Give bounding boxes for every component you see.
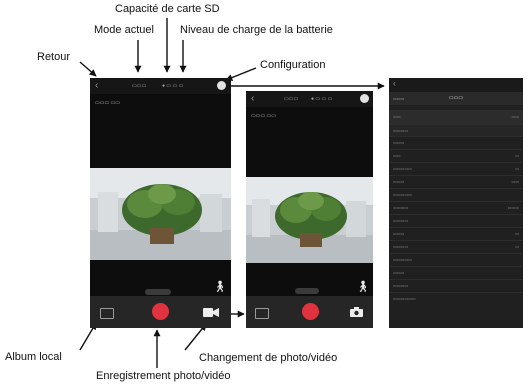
settings-row[interactable]: ▭▭▭▭ xyxy=(389,279,523,292)
device-name: ▭▭▭ ▭▭ xyxy=(95,100,121,106)
record-button-icon[interactable] xyxy=(302,303,319,320)
label-battery-level: Niveau de charge de la batterie xyxy=(180,24,333,36)
camera-icon[interactable] xyxy=(350,307,363,317)
current-mode-indicator: ▭▭▭ xyxy=(284,96,299,102)
top-bar: ‹ ▭▭▭ ● ▭ ▭ ▭ xyxy=(90,78,231,94)
arrow-back xyxy=(79,61,97,77)
settings-row[interactable]: ▭▭▭▭▭ xyxy=(389,175,523,188)
settings-row[interactable]: ▭▭▭ xyxy=(389,266,523,279)
current-mode-indicator: ▭▭▭ xyxy=(132,83,147,89)
back-icon[interactable]: ‹ xyxy=(393,79,396,88)
live-video-feed xyxy=(246,177,373,263)
settings-row[interactable]: ▭▭▭▭ xyxy=(389,214,523,227)
sd-battery-indicator: ● ▭ ▭ ▭ xyxy=(311,96,333,102)
phone-screen-photo-mode: ‹ ▭▭▭ ● ▭ ▭ ▭ ▭▭▭ ▭▭ 🚶︎ xyxy=(246,91,373,328)
label-photo-video-switch: Changement de photo/vidéo xyxy=(199,352,338,364)
label-local-album: Album local xyxy=(5,351,62,363)
recording-timer xyxy=(145,289,171,295)
phone-screen-video-mode: ‹ ▭▭▭ ● ▭ ▭ ▭ ▭▭▭ ▭▭ 🚶︎ xyxy=(90,78,231,328)
top-bar: ‹ ▭▭▭ ● ▭ ▭ ▭ xyxy=(246,91,373,107)
walking-person-icon: 🚶︎ xyxy=(213,281,227,293)
video-camera-icon[interactable] xyxy=(203,307,219,318)
label-current-mode: Mode actuel xyxy=(94,24,154,36)
album-icon[interactable] xyxy=(255,308,269,319)
settings-row[interactable]: ▭▭▭▭▭ xyxy=(389,253,523,266)
device-name: ▭▭▭ ▭▭ xyxy=(251,113,277,119)
back-icon[interactable]: ‹ xyxy=(251,93,254,105)
settings-section-header: ▭▭▭▭ xyxy=(389,124,523,136)
back-icon[interactable]: ‹ xyxy=(95,80,98,92)
settings-title: ▭▭▭ xyxy=(448,95,464,101)
settings-status-bar: ‹ xyxy=(389,78,523,92)
label-back: Retour xyxy=(37,51,71,63)
settings-row[interactable]: ▭▭▭▭▭▭ xyxy=(389,162,523,175)
settings-row[interactable]: ▭▭▭▭▭ xyxy=(389,240,523,253)
record-button-icon[interactable] xyxy=(152,303,169,320)
recording-timer xyxy=(295,288,319,294)
bottom-bar xyxy=(246,296,373,328)
settings-row[interactable]: ▭▭▭ xyxy=(389,136,523,149)
settings-row[interactable]: ▭▭▭▭▭▭ xyxy=(389,292,523,305)
settings-header: ▭▭▭ ▭▭▭ xyxy=(389,92,523,105)
settings-row[interactable]: ▭▭▭▭▭ xyxy=(389,188,523,201)
settings-row[interactable]: ▭▭▭▭ ▭▭▭ xyxy=(389,201,523,214)
settings-row[interactable]: ▭▭▭▭ xyxy=(389,227,523,240)
bottom-bar xyxy=(90,296,231,328)
live-video-feed xyxy=(90,168,231,260)
walking-person-icon: 🚶︎ xyxy=(356,281,370,293)
gear-icon[interactable] xyxy=(217,81,226,90)
gear-icon[interactable] xyxy=(360,94,369,103)
live-video-image xyxy=(90,168,231,260)
live-video-image xyxy=(246,177,373,263)
album-icon[interactable] xyxy=(100,308,114,319)
label-configuration: Configuration xyxy=(260,59,326,71)
label-photo-video-record: Enregistrement photo/vidéo xyxy=(96,370,231,382)
label-sd-capacity: Capacité de carte SD xyxy=(115,3,220,15)
sd-battery-indicator: ● ▭ ▭ ▭ xyxy=(162,83,184,89)
settings-screen: ‹ ▭▭▭ ▭▭▭ ▭▭ ▭▭ ▭▭▭▭ ▭▭▭ ▭▭ ▭ ▭▭▭▭▭ ▭ ▭▭▭ ▭▭… xyxy=(389,78,523,328)
settings-row[interactable]: ▭▭▭ xyxy=(389,149,523,162)
settings-row[interactable]: ▭▭▭▭ xyxy=(389,110,523,124)
